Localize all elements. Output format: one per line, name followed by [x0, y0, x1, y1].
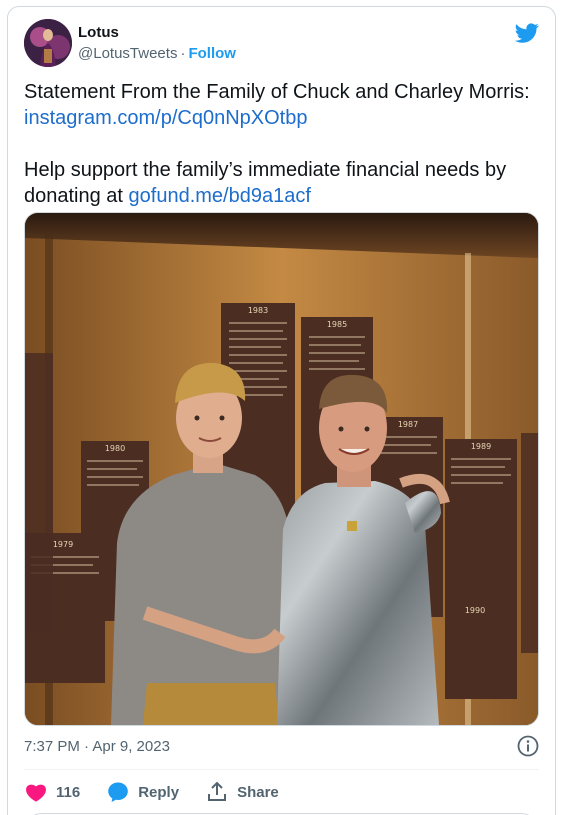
tweet-header: Lotus @LotusTweets · Follow [24, 19, 539, 69]
info-icon[interactable] [517, 735, 539, 757]
like-button[interactable]: 116 [24, 780, 80, 804]
plaque-year-1979: 1979 [53, 540, 73, 549]
plaque-1989: 1989 1990 [445, 439, 517, 699]
follow-button[interactable]: Follow [188, 45, 236, 62]
divider [24, 769, 539, 770]
share-button[interactable]: Share [205, 780, 279, 804]
author-name[interactable]: Lotus [78, 24, 119, 41]
plaque-year-1980: 1980 [105, 444, 125, 453]
share-icon [208, 781, 227, 801]
reply-bubble-icon [108, 782, 129, 802]
like-count: 116 [56, 783, 81, 801]
tweet-card: Lotus @LotusTweets · Follow Statement From… [7, 6, 556, 815]
twitter-bird-icon[interactable] [515, 21, 539, 45]
reply-button[interactable]: Reply [106, 780, 179, 804]
instagram-link[interactable]: instagram.com/p/Cq0nNpXOtbp [24, 107, 307, 129]
author-handle-line: @LotusTweets · Follow [78, 45, 236, 62]
tweet-text: Statement From the Family of Chuck and C… [24, 79, 539, 209]
tweet-photo[interactable]: 1983 1985 1980 1987 1989 1990 1979 [24, 212, 539, 726]
tweet-line-2: Help support the family’s immediate fina… [24, 157, 539, 209]
tweet-line-1: Statement From the Family of Chuck and C… [24, 81, 530, 103]
plaque-year-1989: 1989 [471, 442, 491, 451]
action-bar: 116 Reply Share [24, 777, 305, 807]
heart-icon [26, 784, 46, 802]
plaque-year-1983: 1983 [248, 306, 268, 315]
gofundme-link[interactable]: gofund.me/bd9a1acf [129, 185, 311, 207]
share-label: Share [237, 783, 279, 801]
tweet-timestamp[interactable]: 7:37 PM · Apr 9, 2023 [24, 738, 170, 755]
photo-illustration: 1983 1985 1980 1987 1989 1990 1979 [25, 213, 538, 725]
plaque-year-1990: 1990 [465, 606, 485, 615]
reply-label: Reply [138, 783, 180, 801]
author-handle[interactable]: @LotusTweets [78, 45, 177, 62]
separator-dot: · [180, 45, 186, 62]
avatar[interactable] [24, 19, 72, 67]
plaque-year-1985: 1985 [327, 320, 347, 329]
plaque-year-1987: 1987 [398, 420, 418, 429]
